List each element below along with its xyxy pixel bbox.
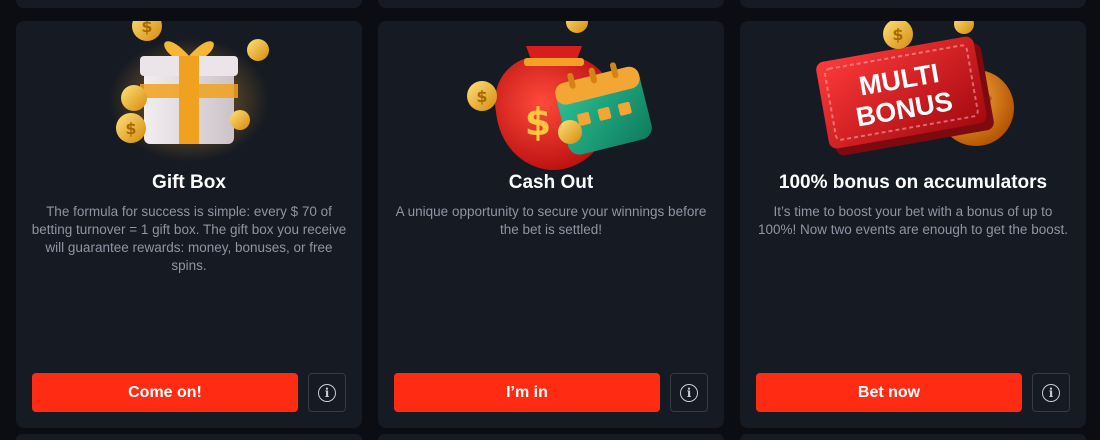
svg-text:$: $ bbox=[141, 21, 152, 36]
info-button[interactable]: i bbox=[1032, 373, 1070, 412]
card-title: Gift Box bbox=[152, 172, 226, 193]
info-button[interactable]: i bbox=[670, 373, 708, 412]
previous-row-card-edge bbox=[740, 0, 1086, 8]
card-title: 100% bonus on accumulators bbox=[778, 172, 1048, 193]
promo-card-cash-out: $ $ Cash Out A unique opportunity to sec… bbox=[378, 21, 724, 428]
previous-row-card-edge bbox=[378, 0, 724, 8]
next-row-card-edge bbox=[378, 434, 724, 440]
bet-now-button[interactable]: Bet now bbox=[756, 373, 1022, 412]
card-description: The formula for success is simple: every… bbox=[31, 204, 347, 273]
come-on-button[interactable]: Come on! bbox=[32, 373, 298, 412]
card-description: A unique opportunity to secure your winn… bbox=[395, 204, 707, 237]
gift-box-illustration: $ $ bbox=[16, 21, 362, 175]
next-row-card-edge bbox=[16, 434, 362, 440]
promo-card-gift-box: $ $ Gift Box The formula for success is … bbox=[16, 21, 362, 428]
next-row-card-edge bbox=[740, 434, 1086, 440]
svg-text:$: $ bbox=[525, 100, 551, 144]
promotions-grid: $ $ Gift Box The formula for success is … bbox=[0, 0, 1100, 440]
svg-text:$: $ bbox=[476, 87, 487, 106]
info-icon: i bbox=[680, 383, 698, 402]
previous-row-card-edge bbox=[16, 0, 362, 8]
card-title: Cash Out bbox=[508, 172, 594, 193]
svg-text:$: $ bbox=[892, 25, 903, 44]
card-description: It’s time to boost your bet with a bonus… bbox=[758, 204, 1068, 237]
money-bag-calendar-illustration: $ $ bbox=[378, 21, 724, 175]
multi-bonus-illustration: MULTI BONUS $ bbox=[740, 21, 1086, 175]
svg-text:$: $ bbox=[125, 119, 136, 138]
promo-card-accumulator-bonus: MULTI BONUS $ 100% bonus on accumulators… bbox=[740, 21, 1086, 428]
info-icon: i bbox=[318, 383, 336, 402]
info-icon: i bbox=[1042, 383, 1060, 402]
im-in-button[interactable]: I’m in bbox=[394, 373, 660, 412]
info-button[interactable]: i bbox=[308, 373, 346, 412]
